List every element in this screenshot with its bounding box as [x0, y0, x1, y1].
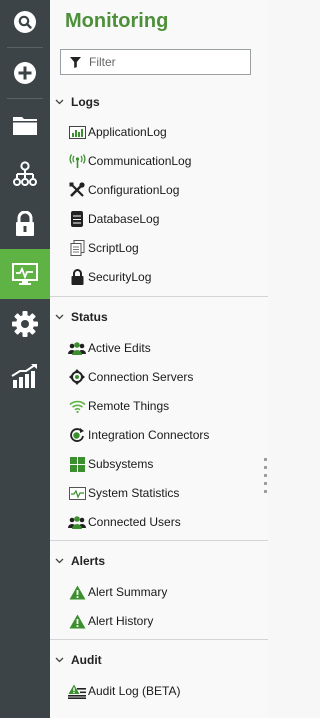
- nav-item-application-log[interactable]: ApplicationLog: [68, 121, 263, 143]
- nav-rail: [0, 0, 50, 718]
- section-label: Status: [71, 310, 108, 324]
- nav-item-communication-log[interactable]: CommunicationLog: [68, 150, 263, 172]
- chevron-down-icon: [55, 314, 65, 320]
- users-icon: [68, 340, 86, 356]
- section-label: Logs: [71, 95, 100, 109]
- rail-separator: [7, 98, 43, 99]
- nav-item-label: Audit Log (BETA): [88, 684, 181, 698]
- rail-add-button[interactable]: [0, 48, 50, 98]
- database-log-icon: [68, 211, 86, 227]
- nav-item-label: System Statistics: [88, 486, 180, 500]
- gear-icon: [12, 311, 38, 337]
- nav-item-alert-history[interactable]: Alert History: [68, 610, 263, 632]
- nav-item-active-edits[interactable]: Active Edits: [68, 337, 263, 359]
- nav-item-label: ApplicationLog: [88, 125, 167, 139]
- nav-item-connection-servers[interactable]: Connection Servers: [68, 366, 263, 388]
- warning-icon: [68, 613, 86, 629]
- rail-network-button[interactable]: [0, 149, 50, 199]
- add-icon: [14, 62, 36, 84]
- filter-field[interactable]: [60, 49, 251, 75]
- wifi-icon: [68, 398, 86, 414]
- nav-item-database-log[interactable]: DatabaseLog: [68, 208, 263, 230]
- nav-item-label: Subsystems: [88, 457, 154, 471]
- rail-browse-button[interactable]: [0, 100, 50, 150]
- nav-item-connected-users[interactable]: Connected Users: [68, 511, 263, 533]
- nav-item-label: Connection Servers: [88, 370, 194, 384]
- script-log-icon: [68, 240, 86, 256]
- rail-settings-button[interactable]: [0, 299, 50, 349]
- rail-search-button[interactable]: [0, 0, 50, 47]
- application-log-icon: [68, 124, 86, 140]
- nav-item-alert-summary[interactable]: Alert Summary: [68, 581, 263, 603]
- rail-security-button[interactable]: [0, 199, 50, 249]
- nav-item-remote-things[interactable]: Remote Things: [68, 395, 263, 417]
- security-log-icon: [68, 269, 86, 285]
- chevron-down-icon: [55, 99, 65, 105]
- nav-item-label: Alert History: [88, 614, 154, 628]
- nav-item-label: Active Edits: [88, 341, 151, 355]
- section-header-logs[interactable]: Logs: [50, 92, 268, 112]
- section-header-alerts[interactable]: Alerts: [50, 551, 268, 571]
- configuration-log-icon: [68, 182, 86, 198]
- folder-icon: [13, 117, 37, 135]
- nav-item-script-log[interactable]: ScriptLog: [68, 237, 263, 259]
- monitor-icon: [12, 263, 38, 285]
- integration-icon: [68, 427, 86, 443]
- section-label: Alerts: [71, 554, 106, 568]
- section-divider: [50, 296, 268, 297]
- section-header-status[interactable]: Status: [50, 307, 268, 327]
- nav-item-label: Integration Connectors: [88, 428, 210, 442]
- warning-icon: [68, 584, 86, 600]
- page-title: Monitoring: [65, 10, 169, 32]
- nav-item-label: Remote Things: [88, 399, 170, 413]
- section-header-audit[interactable]: Audit: [50, 650, 268, 670]
- analytics-icon: [11, 364, 37, 388]
- subsystems-icon: [68, 456, 86, 472]
- nav-item-configuration-log[interactable]: ConfigurationLog: [68, 179, 263, 201]
- section-divider: [50, 540, 268, 541]
- chevron-down-icon: [55, 558, 65, 564]
- communication-log-icon: [68, 153, 86, 169]
- rail-monitoring-button[interactable]: [0, 249, 50, 299]
- nav-item-audit-log[interactable]: Audit Log (BETA): [68, 680, 263, 702]
- users-icon: [68, 514, 86, 530]
- nav-item-label: DatabaseLog: [88, 212, 160, 226]
- nav-item-label: Alert Summary: [88, 585, 168, 599]
- nav-item-label: Connected Users: [88, 515, 181, 529]
- rail-analytics-button[interactable]: [0, 351, 50, 401]
- section-divider: [50, 639, 268, 640]
- connection-servers-icon: [68, 369, 86, 385]
- lock-icon: [16, 211, 34, 236]
- nav-item-integration-connectors[interactable]: Integration Connectors: [68, 424, 263, 446]
- filter-input[interactable]: [89, 55, 239, 69]
- filter-icon: [70, 56, 81, 68]
- audit-log-icon: [68, 683, 86, 699]
- nav-item-label: CommunicationLog: [88, 154, 192, 168]
- nav-item-label: ConfigurationLog: [88, 183, 180, 197]
- search-icon: [14, 11, 36, 33]
- system-statistics-icon: [68, 485, 86, 501]
- chevron-down-icon: [55, 657, 65, 663]
- section-label: Audit: [71, 653, 102, 667]
- nav-item-label: SecurityLog: [88, 270, 152, 284]
- nav-item-security-log[interactable]: SecurityLog: [68, 266, 263, 288]
- nav-item-label: ScriptLog: [88, 241, 139, 255]
- nav-item-system-statistics[interactable]: System Statistics: [68, 482, 263, 504]
- resize-handle[interactable]: [264, 458, 268, 504]
- monitoring-panel: Monitoring Logs ApplicationLog Communica…: [50, 0, 268, 718]
- network-icon: [13, 161, 37, 186]
- nav-item-subsystems[interactable]: Subsystems: [68, 453, 263, 475]
